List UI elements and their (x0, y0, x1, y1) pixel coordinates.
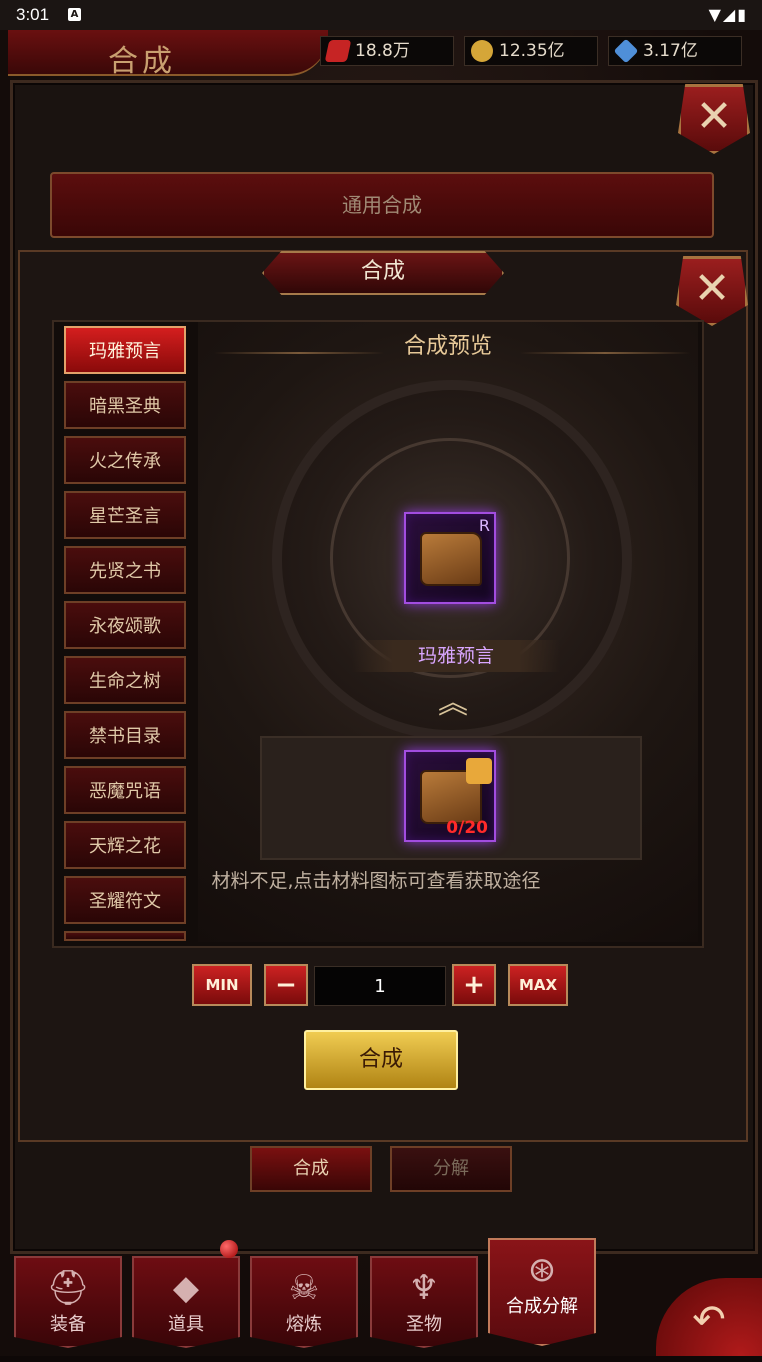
material-item-slot[interactable]: 0/20 (404, 750, 496, 842)
preview-title: 合成预览 (404, 334, 493, 359)
nav-label: 道具 (168, 1314, 204, 1335)
result-item-slot[interactable]: R (404, 512, 496, 604)
list-item-maya-prophecy[interactable]: 玛雅预言 (64, 326, 186, 374)
craft-button[interactable]: 合成 (304, 1030, 458, 1090)
red-card-icon (324, 40, 352, 62)
resource-diamond[interactable]: 3.17亿 (608, 36, 742, 66)
list-item-dark-scripture[interactable]: 暗黑圣典 (64, 381, 186, 429)
rarity-label: R (478, 516, 490, 535)
helmet-icon: ⛑ (46, 1268, 90, 1308)
nav-items[interactable]: ◆ 道具 (132, 1256, 240, 1348)
plus-button[interactable]: + (452, 964, 496, 1006)
orb-icon: ⊛ (527, 1250, 557, 1290)
resource-value: 3.17亿 (643, 41, 698, 61)
nav-relics[interactable]: ♆ 圣物 (370, 1256, 478, 1348)
skull-icon: ☠ (288, 1268, 320, 1308)
list-item-tree-of-life[interactable]: 生命之树 (64, 656, 186, 704)
nav-label: 合成分解 (506, 1296, 578, 1317)
list-item-night-hymn[interactable]: 永夜颂歌 (64, 601, 186, 649)
list-item-fire-legacy[interactable]: 火之传承 (64, 436, 186, 484)
list-item-partial[interactable] (64, 931, 186, 941)
min-button[interactable]: MIN (192, 964, 252, 1006)
system-status-icons: ▼◢▮ (708, 5, 748, 24)
quantity-input[interactable]: 1 (314, 966, 446, 1006)
minus-button[interactable]: − (264, 964, 308, 1006)
general-synthesis-tab[interactable]: 通用合成 (50, 172, 714, 238)
demon-icon: ♆ (408, 1268, 440, 1308)
nav-synthesis-decompose[interactable]: ⊛ 合成分解 (488, 1238, 596, 1346)
status-time: 3:01 (16, 5, 50, 24)
puzzle-piece-icon (466, 758, 492, 784)
list-item-sage-book[interactable]: 先贤之书 (64, 546, 186, 594)
page-title: 合成 (108, 44, 176, 79)
nav-label: 圣物 (406, 1314, 442, 1335)
tab-decompose[interactable]: 分解 (390, 1146, 512, 1192)
list-item-forbidden-index[interactable]: 禁书目录 (64, 711, 186, 759)
list-item-demon-spell[interactable]: 恶魔咒语 (64, 766, 186, 814)
material-count: 0/20 (446, 818, 488, 838)
resource-gold[interactable]: 12.35亿 (464, 36, 598, 66)
resource-red-card[interactable]: 18.8万 (320, 36, 454, 66)
insufficient-material-hint: 材料不足,点击材料图标可查看获取途径 (211, 870, 541, 892)
result-item-name: 玛雅预言 (352, 640, 560, 672)
nav-label: 装备 (50, 1314, 86, 1335)
notification-icon: A (68, 8, 81, 21)
diamond-icon (613, 38, 639, 64)
list-item-star-word[interactable]: 星芒圣言 (64, 491, 186, 539)
resource-value: 12.35亿 (499, 41, 565, 61)
gold-coin-icon (471, 40, 493, 62)
tab-synthesize[interactable]: 合成 (250, 1146, 372, 1192)
up-arrow-icon: ︽ (438, 686, 468, 721)
nav-equipment[interactable]: ⛑ 装备 (14, 1256, 122, 1348)
divider (520, 352, 690, 354)
book-icon (420, 532, 482, 586)
notification-dot (220, 1240, 238, 1258)
status-bar: 3:01 A ▼◢▮ (0, 0, 762, 30)
nav-smelting[interactable]: ☠ 熔炼 (250, 1256, 358, 1348)
nav-label: 熔炼 (286, 1314, 322, 1335)
max-button[interactable]: MAX (508, 964, 568, 1006)
crystal-icon: ◆ (172, 1268, 200, 1308)
dialog-title: 合成 (262, 251, 504, 295)
divider (214, 352, 384, 354)
resource-value: 18.8万 (355, 41, 410, 61)
list-item-radiant-flower[interactable]: 天辉之花 (64, 821, 186, 869)
